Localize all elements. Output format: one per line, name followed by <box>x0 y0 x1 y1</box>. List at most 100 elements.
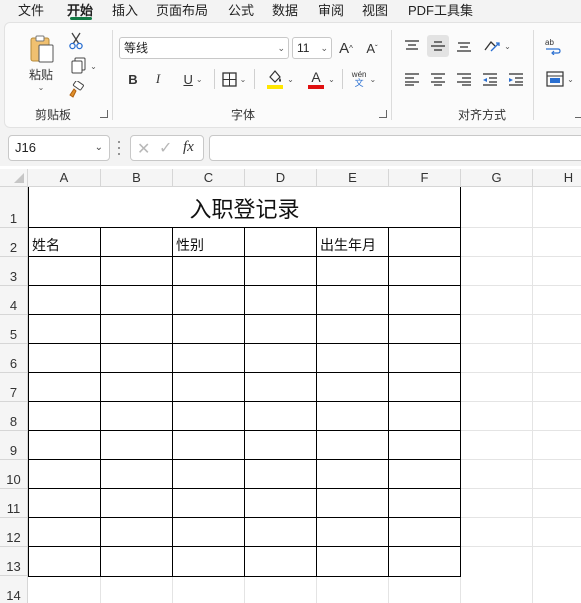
column-header-c[interactable]: C <box>173 169 245 187</box>
paste-button[interactable]: 粘贴 ⌄ <box>24 32 58 94</box>
align-center-button[interactable] <box>427 68 449 90</box>
decrease-font-size-icon[interactable]: Aˇ <box>362 37 382 59</box>
row-header-6[interactable]: 6 <box>0 344 28 373</box>
row-header-11[interactable]: 11 <box>0 489 28 518</box>
column-header-b[interactable]: B <box>101 169 173 187</box>
row-number: 11 <box>6 501 21 516</box>
cell-e2[interactable]: 出生年月 <box>320 235 376 255</box>
clipboard-dialog-launcher-icon[interactable] <box>100 110 108 118</box>
table-border <box>28 430 461 431</box>
tab-view[interactable]: 视图 <box>362 0 388 19</box>
insert-function-icon[interactable]: fx <box>183 139 194 156</box>
row-number: 13 <box>6 559 21 574</box>
column-header-a[interactable]: A <box>28 169 101 187</box>
column-header-g[interactable]: G <box>461 169 533 187</box>
name-box[interactable]: J16 ⌄ <box>8 135 110 161</box>
gridline <box>461 401 581 402</box>
cell-c2[interactable]: 性别 <box>176 235 204 255</box>
alignment-dialog-launcher-icon[interactable] <box>575 110 581 118</box>
orientation-button[interactable]: ⌄ <box>479 35 515 57</box>
row-header-2[interactable]: 2 <box>0 228 28 257</box>
align-right-button[interactable] <box>453 68 475 90</box>
row-number: 2 <box>9 240 18 255</box>
tab-page-layout[interactable]: 页面布局 <box>156 0 208 19</box>
align-bottom-button[interactable] <box>453 35 475 57</box>
table-border <box>28 314 461 315</box>
cell-a2[interactable]: 姓名 <box>32 235 60 255</box>
cut-button[interactable] <box>66 31 86 51</box>
column-header-d[interactable]: D <box>245 169 317 187</box>
tab-file[interactable]: 文件 <box>18 0 44 19</box>
sheet-title-cell[interactable]: 入职登记录 <box>29 188 460 226</box>
bold-button[interactable]: B <box>124 69 142 89</box>
decrease-indent-button[interactable] <box>479 68 501 90</box>
confirm-entry-icon[interactable]: ✓ <box>159 138 172 158</box>
wrap-text-button[interactable]: ab <box>542 35 564 57</box>
increase-font-size-icon[interactable]: A ^ <box>336 37 356 59</box>
row-header-9[interactable]: 9 <box>0 431 28 460</box>
row-header-10[interactable]: 10 <box>0 460 28 489</box>
row-number: 10 <box>6 472 21 487</box>
align-top-button[interactable] <box>401 35 423 57</box>
row-number: 3 <box>9 269 18 284</box>
increase-indent-button[interactable] <box>505 68 527 90</box>
borders-button[interactable]: ⌄ <box>218 69 250 89</box>
font-size-combo[interactable]: 11 ⌄ <box>292 37 332 59</box>
row-header-14[interactable]: 14 <box>0 576 28 603</box>
svg-text:ab: ab <box>545 38 554 47</box>
column-header-h[interactable]: H <box>533 169 581 187</box>
phonetic-guide-button[interactable]: wén 文 ⌄ <box>346 66 382 92</box>
row-header-1[interactable]: 1 <box>0 187 28 228</box>
table-border <box>28 488 461 489</box>
alignment-group-label: 对齐方式 <box>458 108 507 122</box>
fill-color-swatch <box>267 85 284 89</box>
wrap-text-icon: ab <box>545 38 561 55</box>
tab-insert[interactable]: 插入 <box>112 0 138 19</box>
select-all-icon <box>14 173 24 183</box>
tab-review[interactable]: 审阅 <box>318 0 344 19</box>
row-number: 5 <box>9 327 18 342</box>
align-left-button[interactable] <box>401 68 423 90</box>
row-header-8[interactable]: 8 <box>0 402 28 431</box>
worksheet-grid[interactable]: A B C D E F G H 1 2 3 4 5 6 7 8 9 10 11 … <box>0 169 581 603</box>
row-header-12[interactable]: 12 <box>0 518 28 547</box>
column-header-f[interactable]: F <box>389 169 461 187</box>
tab-pdf-tools[interactable]: PDF工具集 <box>408 0 473 19</box>
cancel-entry-icon[interactable]: ✕ <box>137 139 150 159</box>
tab-data[interactable]: 数据 <box>272 0 298 19</box>
font-group-label: 字体 <box>231 108 256 122</box>
copy-button[interactable]: ⌄ <box>66 56 102 76</box>
font-color-button[interactable]: A ⌄ <box>303 67 339 91</box>
row-header-3[interactable]: 3 <box>0 257 28 286</box>
align-top-icon <box>405 40 419 50</box>
fill-color-button[interactable]: ⌄ <box>262 67 298 91</box>
italic-button[interactable]: I <box>150 69 166 89</box>
row-header-4[interactable]: 4 <box>0 286 28 315</box>
underline-button[interactable]: U ⌄ <box>174 69 212 89</box>
gridline <box>461 285 581 286</box>
formula-input[interactable] <box>209 135 581 161</box>
select-all-corner[interactable] <box>0 169 28 187</box>
row-header-13[interactable]: 13 <box>0 547 28 576</box>
column-header-e[interactable]: E <box>317 169 389 187</box>
table-border <box>460 187 461 577</box>
gridline <box>461 546 581 547</box>
table-border <box>28 401 461 402</box>
row-header-7[interactable]: 7 <box>0 373 28 402</box>
font-color-swatch <box>308 85 325 89</box>
clipboard-icon <box>30 35 54 63</box>
formula-bar-handle-icon[interactable] <box>118 141 121 155</box>
align-middle-button[interactable] <box>427 35 449 57</box>
format-painter-button[interactable] <box>66 80 86 100</box>
text-orientation-icon <box>484 41 500 52</box>
chevron-down-icon: ⌄ <box>328 74 335 84</box>
scissors-icon <box>69 32 83 50</box>
font-dialog-launcher-icon[interactable] <box>379 110 387 118</box>
tab-formulas[interactable]: 公式 <box>228 0 254 19</box>
menu-bar: 文件 开始 插入 页面布局 公式 数据 审阅 视图 PDF工具集 <box>0 0 581 20</box>
merge-center-button[interactable]: ⌄ <box>542 68 578 90</box>
gridline <box>461 459 581 460</box>
row-header-5[interactable]: 5 <box>0 315 28 344</box>
row-number: 6 <box>9 356 18 371</box>
font-name-combo[interactable]: 等线 ⌄ <box>119 37 289 59</box>
